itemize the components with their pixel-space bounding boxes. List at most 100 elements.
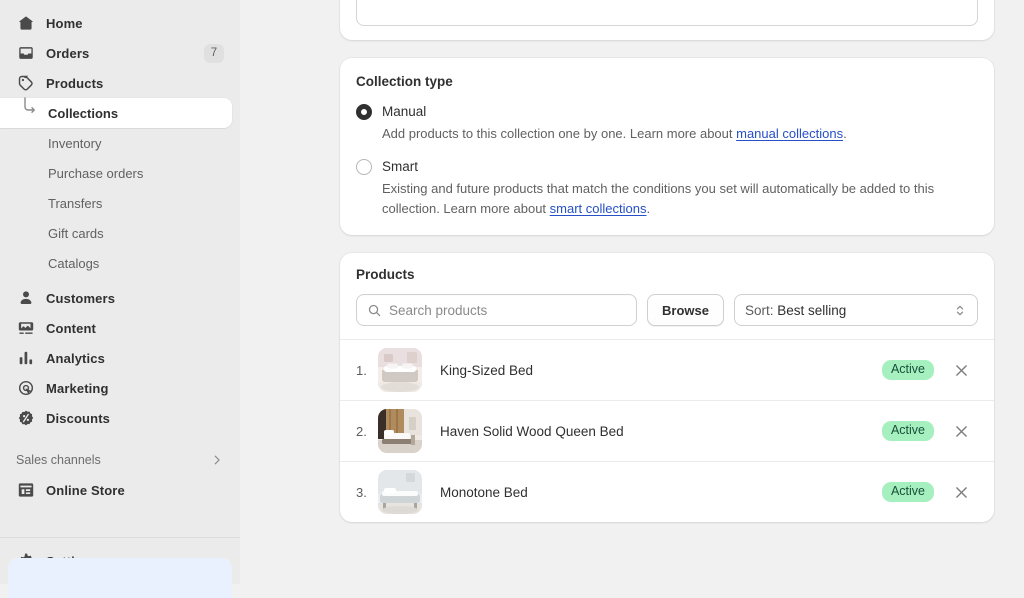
- sort-value: Sort: Best selling: [745, 303, 846, 318]
- marketing-target-icon: [16, 378, 36, 398]
- sidebar-item-analytics[interactable]: Analytics: [8, 343, 232, 373]
- analytics-bars-icon: [16, 348, 36, 368]
- description-card-partial: [340, 0, 994, 40]
- sidebar-section-label: Sales channels: [16, 453, 101, 467]
- sort-prefix: Sort:: [745, 303, 777, 318]
- help-text-suffix: .: [843, 126, 847, 141]
- sidebar-item-products[interactable]: Products: [8, 68, 232, 98]
- content-image-icon: [16, 318, 36, 338]
- products-tag-icon: [16, 73, 36, 93]
- sidebar-item-purchase-orders[interactable]: Purchase orders: [8, 158, 232, 188]
- sidebar-item-marketing[interactable]: Marketing: [8, 373, 232, 403]
- close-icon[interactable]: [944, 425, 978, 438]
- table-row[interactable]: 3.: [340, 461, 994, 522]
- help-text-suffix: .: [646, 201, 650, 216]
- sidebar-item-collections[interactable]: Collections: [0, 98, 232, 128]
- sidebar-subitem-label: Transfers: [48, 196, 102, 211]
- collection-type-title: Collection type: [356, 74, 978, 89]
- branch-arrow-icon: [22, 96, 38, 116]
- sidebar-divider: [0, 537, 240, 538]
- search-input[interactable]: Search products: [356, 294, 637, 326]
- sidebar-item-inventory[interactable]: Inventory: [8, 128, 232, 158]
- main-content: Collection type Manual Add products to t…: [240, 0, 1024, 584]
- storefront-icon: [16, 480, 36, 500]
- products-controls: Search products Browse Sort: Best sellin…: [340, 294, 994, 339]
- sidebar-item-label: Home: [46, 16, 83, 31]
- table-row[interactable]: 2.: [340, 400, 994, 461]
- product-name: Monotone Bed: [440, 485, 528, 500]
- sidebar-item-content[interactable]: Content: [8, 313, 232, 343]
- sidebar-item-label: Customers: [46, 291, 115, 306]
- row-index: 1.: [356, 363, 378, 378]
- sidebar-item-transfers[interactable]: Transfers: [8, 188, 232, 218]
- person-icon: [16, 288, 36, 308]
- sidebar-section-sales-channels[interactable]: Sales channels: [8, 445, 232, 475]
- manual-collections-link[interactable]: manual collections: [736, 126, 843, 141]
- status-badge: Active: [882, 421, 934, 441]
- row-index: 2.: [356, 424, 378, 439]
- sidebar-item-label: Discounts: [46, 411, 110, 426]
- sidebar-item-online-store[interactable]: Online Store: [8, 475, 232, 505]
- description-textarea[interactable]: [356, 0, 978, 26]
- radio-manual-help: Add products to this collection one by o…: [356, 124, 956, 144]
- sidebar-item-label: Content: [46, 321, 96, 336]
- sidebar-item-gift-cards[interactable]: Gift cards: [8, 218, 232, 248]
- sidebar-footer: Settings: [0, 537, 240, 584]
- radio-spacer: [356, 144, 978, 158]
- radio-smart-input[interactable]: [356, 159, 372, 175]
- sort-select[interactable]: Sort: Best selling: [734, 294, 978, 326]
- radio-option-manual[interactable]: Manual Add products to this collection o…: [356, 103, 978, 144]
- sidebar-item-label: Products: [46, 76, 103, 91]
- sidebar-item-label: Analytics: [46, 351, 105, 366]
- browse-button[interactable]: Browse: [647, 294, 724, 326]
- status-badge: Active: [882, 482, 934, 502]
- help-text-prefix: Add products to this collection one by o…: [382, 126, 736, 141]
- sidebar-subitem-label: Collections: [48, 106, 118, 121]
- search-placeholder: Search products: [389, 303, 487, 318]
- sidebar-subitem-label: Purchase orders: [48, 166, 143, 181]
- discount-badge-icon: [16, 408, 36, 428]
- products-title: Products: [340, 267, 994, 282]
- promo-banner[interactable]: [8, 558, 232, 598]
- row-index: 3.: [356, 485, 378, 500]
- sidebar-subitem-label: Inventory: [48, 136, 101, 151]
- shopify-admin-window: Home Orders 7 Products: [0, 0, 1024, 584]
- radio-option-smart[interactable]: Smart Existing and future products that …: [356, 158, 978, 219]
- help-text-prefix: Existing and future products that match …: [382, 181, 934, 216]
- radio-manual-input[interactable]: [356, 104, 372, 120]
- sidebar-item-label: Orders: [46, 46, 89, 61]
- orders-count-badge: 7: [204, 44, 224, 63]
- product-thumbnail: [378, 409, 422, 453]
- product-thumbnail: [378, 348, 422, 392]
- sidebar-item-customers[interactable]: Customers: [8, 283, 232, 313]
- sidebar: Home Orders 7 Products: [0, 0, 240, 584]
- product-thumbnail: [378, 470, 422, 514]
- table-row[interactable]: 1.: [340, 339, 994, 400]
- collection-type-card: Collection type Manual Add products to t…: [340, 58, 994, 235]
- sidebar-subitem-label: Catalogs: [48, 256, 99, 271]
- close-icon[interactable]: [944, 486, 978, 499]
- sidebar-item-orders[interactable]: Orders 7: [8, 38, 232, 68]
- smart-collections-link[interactable]: smart collections: [550, 201, 647, 216]
- chevron-right-icon[interactable]: [210, 453, 224, 467]
- products-card: Products Search products Browse: [340, 253, 994, 522]
- close-icon[interactable]: [944, 364, 978, 377]
- content-column: Collection type Manual Add products to t…: [240, 0, 1024, 522]
- radio-smart-label: Smart: [382, 158, 418, 176]
- sidebar-item-home[interactable]: Home: [8, 8, 232, 38]
- sidebar-spacer: [0, 433, 240, 445]
- home-icon: [16, 13, 36, 33]
- radio-smart-help: Existing and future products that match …: [356, 179, 956, 219]
- status-badge: Active: [882, 360, 934, 380]
- product-name: King-Sized Bed: [440, 363, 533, 378]
- select-caret-icon: [953, 303, 967, 318]
- search-icon: [367, 303, 382, 318]
- sidebar-item-label: Marketing: [46, 381, 109, 396]
- sidebar-item-label: Online Store: [46, 483, 125, 498]
- sidebar-item-catalogs[interactable]: Catalogs: [8, 248, 232, 278]
- sort-selected-option: Best selling: [777, 303, 846, 318]
- sidebar-subitem-label: Gift cards: [48, 226, 104, 241]
- product-name: Haven Solid Wood Queen Bed: [440, 424, 624, 439]
- orders-inbox-icon: [16, 43, 36, 63]
- sidebar-item-discounts[interactable]: Discounts: [8, 403, 232, 433]
